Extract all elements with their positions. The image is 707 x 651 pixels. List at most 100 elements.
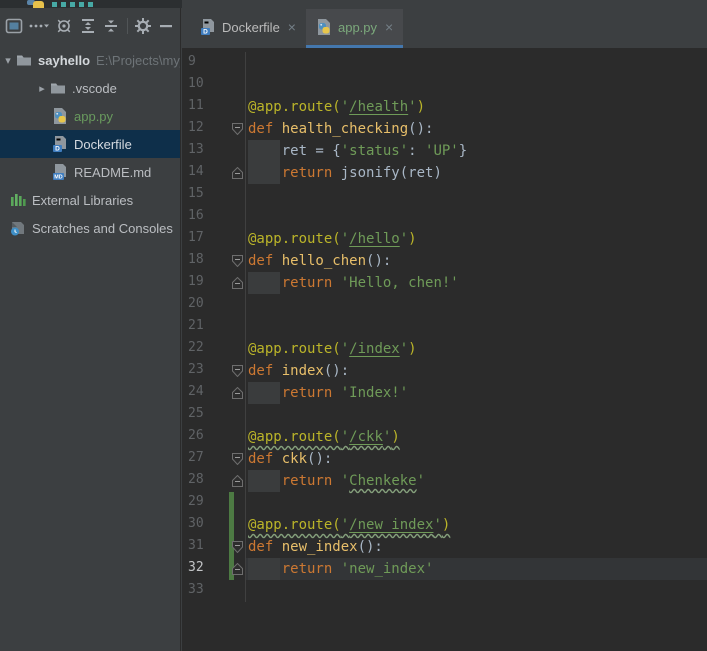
chevron-down-icon[interactable]: ▾: [2, 54, 14, 66]
code-line[interactable]: 18def hello_chen():: [182, 250, 707, 272]
code-text[interactable]: @app.route('/index'): [246, 338, 707, 360]
code-text[interactable]: @app.route('/new_index'): [246, 514, 707, 536]
gutter: 26: [182, 426, 246, 448]
code-text[interactable]: [246, 580, 707, 602]
token-fn: index: [282, 363, 324, 379]
code-text[interactable]: @app.route('/health'): [246, 96, 707, 118]
token-dec: @app.route(: [248, 429, 341, 445]
hide-panel-icon[interactable]: [157, 16, 175, 36]
line-number: 12: [188, 120, 204, 135]
code-editor[interactable]: 91011@app.route('/health') 12 def health_c…: [182, 48, 707, 651]
code-line[interactable]: 16: [182, 206, 707, 228]
tree-item-app-py[interactable]: app.py: [0, 102, 180, 130]
toolwindow-view-icon[interactable]: [5, 16, 23, 36]
tab-label: app.py: [338, 20, 377, 35]
code-text[interactable]: def ckk():: [246, 448, 707, 470]
code-line[interactable]: 32 return 'new_index': [182, 558, 707, 580]
code-line[interactable]: 24 return 'Index!': [182, 382, 707, 404]
fold-end-icon[interactable]: [232, 277, 243, 289]
expand-all-icon[interactable]: [78, 16, 96, 36]
fold-end-icon[interactable]: [232, 387, 243, 399]
fold-start-icon[interactable]: [232, 541, 243, 553]
code-text[interactable]: [246, 492, 707, 514]
code-text[interactable]: return 'new_index': [246, 558, 707, 580]
code-line[interactable]: 21: [182, 316, 707, 338]
code-line[interactable]: 11@app.route('/health'): [182, 96, 707, 118]
code-text[interactable]: def hello_chen():: [246, 250, 707, 272]
tree-item-vscode[interactable]: ▸.vscode: [0, 74, 180, 102]
tab-close-icon[interactable]: ×: [288, 19, 296, 35]
chevron-right-icon[interactable]: ▸: [36, 82, 48, 94]
code-text[interactable]: [246, 294, 707, 316]
code-line[interactable]: 25: [182, 404, 707, 426]
code-text[interactable]: [246, 74, 707, 96]
code-text[interactable]: return 'Hello, chen!': [246, 272, 707, 294]
code-line[interactable]: 17@app.route('/hello'): [182, 228, 707, 250]
code-line[interactable]: 19 return 'Hello, chen!': [182, 272, 707, 294]
markdown-file-icon: MD: [52, 164, 68, 180]
tree-item-scratches[interactable]: Scratches and Consoles: [0, 214, 180, 242]
tree-item-sayhello[interactable]: ▾sayhelloE:\Projects\my_te: [0, 46, 180, 74]
fold-start-icon[interactable]: [232, 453, 243, 465]
code-line[interactable]: 29: [182, 492, 707, 514]
tab-app-py[interactable]: app.py ×: [306, 9, 403, 48]
token-kw: def: [248, 363, 282, 379]
code-line[interactable]: 26@app.route('/ckk'): [182, 426, 707, 448]
token-lnk: /hello: [349, 231, 400, 247]
code-line[interactable]: 31def new_index():: [182, 536, 707, 558]
code-line[interactable]: 12 def health_checking():: [182, 118, 707, 140]
tree-item-external-libraries[interactable]: External Libraries: [0, 186, 180, 214]
code-text[interactable]: @app.route('/ckk'): [246, 426, 707, 448]
code-line[interactable]: 15: [182, 184, 707, 206]
code-line[interactable]: 10: [182, 74, 707, 96]
tab-dockerfile[interactable]: DDockerfile×: [190, 9, 306, 48]
vcs-added-change-marker[interactable]: [229, 492, 234, 514]
code-text[interactable]: [246, 316, 707, 338]
code-text[interactable]: @app.route('/hello'): [246, 228, 707, 250]
fold-start-icon[interactable]: [232, 365, 243, 377]
gutter: 16: [182, 206, 246, 228]
toolbar-cutoff-mark: [79, 2, 84, 7]
code-text[interactable]: return jsonify(ret): [246, 162, 707, 184]
code-text[interactable]: def index():: [246, 360, 707, 382]
code-line[interactable]: 33: [182, 580, 707, 602]
token-pln: [248, 385, 282, 401]
code-line[interactable]: 23def index():: [182, 360, 707, 382]
code-line[interactable]: 22@app.route('/index'): [182, 338, 707, 360]
code-line[interactable]: 13 ret = {'status': 'UP'}: [182, 140, 707, 162]
vcs-added-change-marker[interactable]: [229, 514, 234, 536]
locate-file-icon[interactable]: [55, 16, 73, 36]
code-line[interactable]: 30@app.route('/new_index'): [182, 514, 707, 536]
code-line[interactable]: 28 return 'Chenkeke': [182, 470, 707, 492]
fold-start-icon[interactable]: [232, 255, 243, 267]
fold-end-icon[interactable]: [232, 167, 243, 179]
token-pln: jsonify(ret): [341, 165, 442, 181]
fold-end-icon[interactable]: [232, 563, 243, 575]
view-options-icon[interactable]: [28, 16, 50, 36]
code-text[interactable]: return 'Index!': [246, 382, 707, 404]
code-text[interactable]: [246, 52, 707, 74]
code-lines: 91011@app.route('/health') 12 def health_c…: [182, 48, 707, 602]
code-text[interactable]: ret = {'status': 'UP'}: [246, 140, 707, 162]
tree-item-dockerfile[interactable]: DDockerfile: [0, 130, 180, 158]
code-text[interactable]: def new_index():: [246, 536, 707, 558]
fold-start-icon[interactable]: [232, 123, 243, 135]
code-line[interactable]: 14 return jsonify(ret): [182, 162, 707, 184]
code-text[interactable]: def health_checking():: [246, 118, 707, 140]
code-line[interactable]: 27def ckk():: [182, 448, 707, 470]
token-wv: Chenkeke: [349, 473, 416, 489]
gutter: 10: [182, 74, 246, 96]
tree-item-readme[interactable]: MDREADME.md: [0, 158, 180, 186]
gutter: 15: [182, 184, 246, 206]
tab-close-icon[interactable]: ×: [385, 19, 393, 35]
code-text[interactable]: return 'Chenkeke': [246, 470, 707, 492]
code-line[interactable]: 9: [182, 52, 707, 74]
code-text[interactable]: [246, 206, 707, 228]
project-panel: ▾sayhelloE:\Projects\my_te▸.vscodeapp.py…: [0, 8, 181, 651]
collapse-all-icon[interactable]: [102, 16, 120, 36]
settings-gear-icon[interactable]: [134, 16, 152, 36]
fold-end-icon[interactable]: [232, 475, 243, 487]
code-text[interactable]: [246, 184, 707, 206]
code-text[interactable]: [246, 404, 707, 426]
code-line[interactable]: 20: [182, 294, 707, 316]
